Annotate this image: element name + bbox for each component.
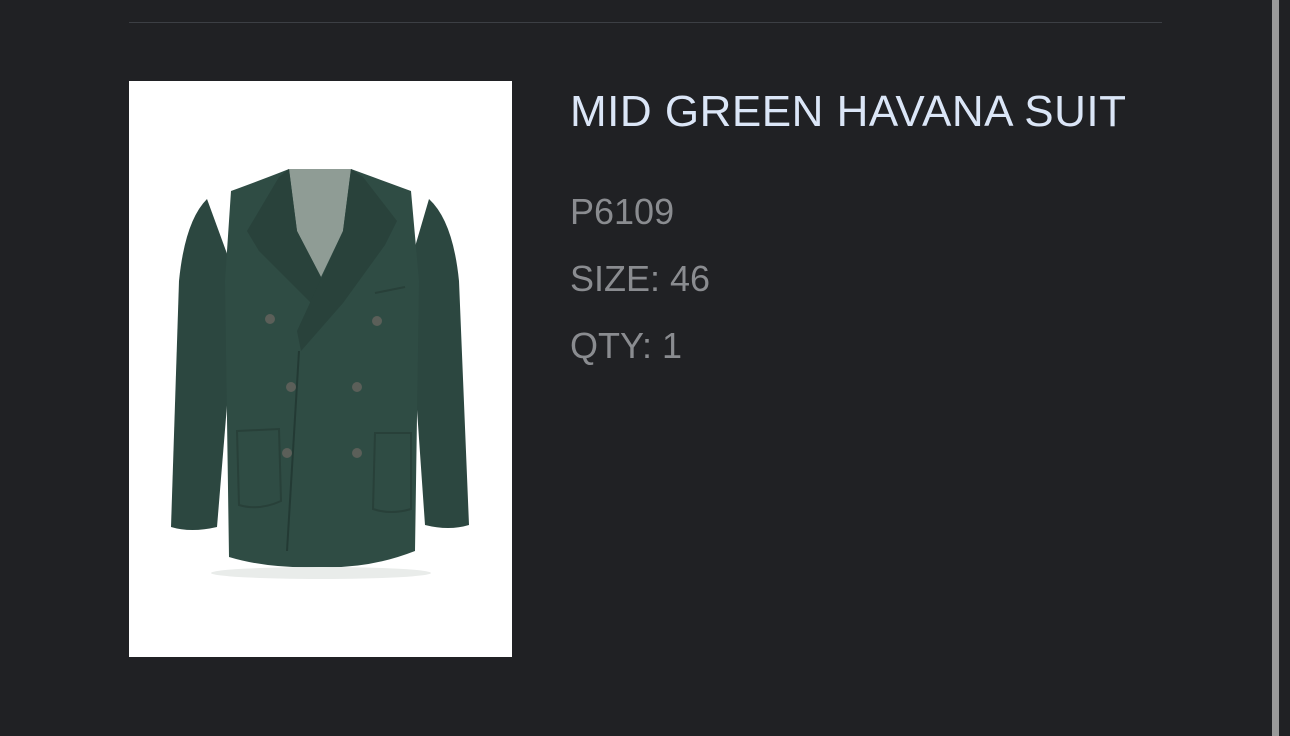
order-item-page: MID GREEN HAVANA SUIT P6109 SIZE: 46 QTY… [0, 0, 1290, 736]
product-quantity: QTY: 1 [570, 325, 683, 366]
product-title: MID GREEN HAVANA SUIT [570, 87, 1127, 136]
product-size: SIZE: 46 [570, 258, 711, 299]
button-icon [352, 448, 362, 458]
button-icon [282, 448, 292, 458]
section-divider [129, 22, 1162, 23]
product-sku: P6109 [570, 191, 675, 232]
floor-shadow [211, 567, 431, 579]
product-image[interactable] [129, 81, 512, 657]
button-icon [372, 316, 382, 326]
vertical-scrollbar[interactable] [1272, 0, 1279, 736]
button-icon [352, 382, 362, 392]
product-info: MID GREEN HAVANA SUIT P6109 SIZE: 46 QTY… [570, 88, 1220, 366]
button-icon [265, 314, 275, 324]
suit-jacket-illustration [171, 169, 469, 579]
button-icon [286, 382, 296, 392]
